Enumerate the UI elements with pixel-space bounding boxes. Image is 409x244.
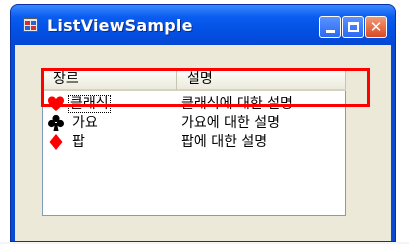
maximize-button[interactable] [342,16,364,38]
minimize-button[interactable] [319,16,341,38]
list-item-name: 팝 [72,134,85,150]
close-button[interactable]: ✕ [365,16,387,38]
window-title: ListViewSample [47,16,193,35]
minimize-icon [325,29,335,33]
diamond-icon [49,134,63,150]
header-highlight-box [41,68,370,107]
list-item-description: 가요에 대한 설명 [181,115,281,131]
close-icon: ✕ [369,17,383,36]
title-bar[interactable]: ListViewSample ✕ [11,5,395,45]
list-item[interactable]: 가요 가요에 대한 설명 [43,114,345,133]
maximize-icon [347,22,359,32]
app-window-icon[interactable] [23,18,38,32]
list-item-description: 팝에 대한 설명 [181,134,268,150]
list-item-name: 가요 [72,115,98,131]
list-item[interactable]: 팝 팝에 대한 설명 [43,133,345,152]
club-icon [48,114,64,131]
